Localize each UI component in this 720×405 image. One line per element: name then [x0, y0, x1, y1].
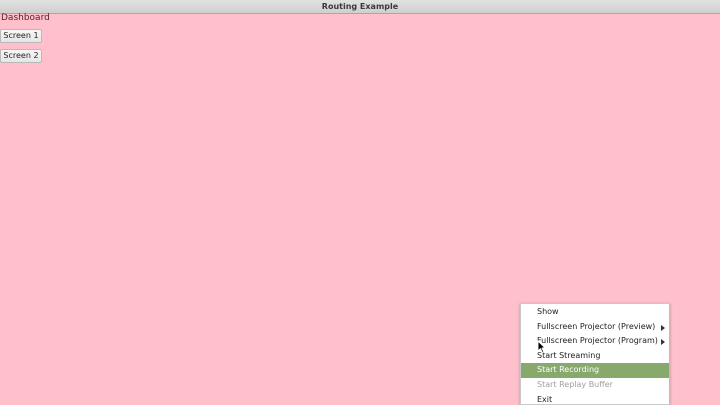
app-window: Routing Example Dashboard Screen 1 Scree…: [0, 0, 720, 405]
window-titlebar[interactable]: Routing Example: [0, 0, 720, 14]
menu-item-label: Start Streaming: [537, 350, 601, 360]
menu-item-start-recording[interactable]: Start Recording: [521, 363, 669, 378]
menu-item-show[interactable]: Show: [521, 305, 669, 320]
screen-1-button[interactable]: Screen 1: [0, 29, 42, 43]
menu-item-label: Start Recording: [537, 365, 600, 375]
page-heading: Dashboard: [1, 13, 50, 23]
menu-item-label: Exit: [537, 394, 553, 404]
menu-item-label: Fullscreen Projector (Preview): [537, 321, 656, 331]
menu-item-fullscreen-projector-preview[interactable]: Fullscreen Projector (Preview): [521, 320, 669, 335]
menu-item-label: Start Replay Buffer: [537, 379, 613, 389]
tray-context-menu: Show Fullscreen Projector (Preview) Full…: [520, 303, 670, 405]
window-title: Routing Example: [321, 2, 399, 11]
menu-item-label: Show: [537, 307, 559, 316]
menu-item-start-replay-buffer: Start Replay Buffer: [521, 378, 669, 393]
menu-item-exit[interactable]: Exit: [521, 393, 669, 405]
menu-item-start-streaming[interactable]: Start Streaming: [521, 349, 669, 364]
submenu-arrow-icon: [661, 339, 665, 346]
submenu-arrow-icon: [661, 324, 665, 331]
menu-item-fullscreen-projector-program[interactable]: Fullscreen Projector (Program): [521, 334, 669, 349]
screen-2-button[interactable]: Screen 2: [0, 49, 42, 63]
menu-item-label: Fullscreen Projector (Program): [537, 336, 658, 346]
